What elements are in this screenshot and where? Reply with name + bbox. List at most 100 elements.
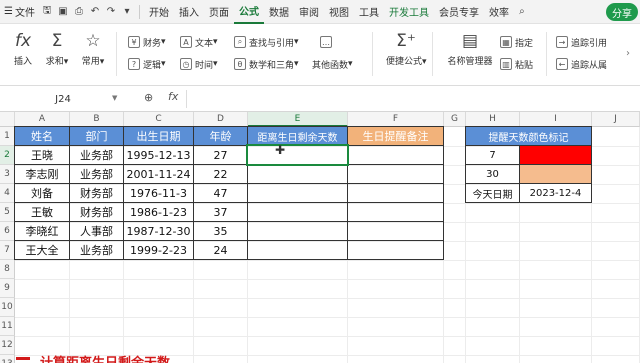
lookup-functions-button[interactable]: ⌕ 查找与引用 ▾: [234, 34, 299, 50]
column-header-i[interactable]: I: [520, 112, 592, 127]
name-manager-button[interactable]: ▤ 名称管理器: [444, 28, 496, 67]
table-header-cell[interactable]: 生日提醒备注: [347, 126, 444, 146]
name-box[interactable]: J24: [4, 90, 122, 108]
table-header-cell[interactable]: 年龄: [193, 126, 248, 146]
redo-icon[interactable]: ↷: [103, 0, 119, 24]
row-header-13[interactable]: 13: [0, 355, 15, 363]
file-menu-button[interactable]: ☰ 文件: [0, 0, 39, 24]
column-header-h[interactable]: H: [466, 112, 520, 127]
row-header-12[interactable]: 12: [0, 336, 15, 355]
more-functions-icon-button[interactable]: …: [320, 34, 335, 50]
table-cell[interactable]: [347, 164, 444, 184]
tab-10[interactable]: 效率: [484, 0, 514, 24]
side-table-value[interactable]: [519, 145, 592, 165]
table-cell[interactable]: 业务部: [69, 145, 124, 165]
tab-3[interactable]: 公式: [233, 0, 264, 24]
row-header-2[interactable]: 2: [0, 146, 15, 165]
table-cell[interactable]: [347, 183, 444, 203]
table-cell[interactable]: 业务部: [69, 240, 124, 260]
trace-precedents-button[interactable]: → 追踪引用: [556, 34, 607, 50]
row-header-11[interactable]: 11: [0, 317, 15, 336]
column-header-j[interactable]: J: [592, 112, 640, 127]
table-cell[interactable]: 2001-11-24: [123, 164, 194, 184]
finance-functions-button[interactable]: ¥ 财务 ▾: [128, 34, 166, 50]
tab-9[interactable]: 会员专享: [434, 0, 484, 24]
row-header-8[interactable]: 8: [0, 260, 15, 279]
column-header-c[interactable]: C: [124, 112, 194, 127]
text-functions-button[interactable]: A 文本 ▾: [180, 34, 218, 50]
tab-0[interactable]: 开始: [144, 0, 174, 24]
table-cell[interactable]: 47: [193, 183, 248, 203]
undo-icon[interactable]: ↶: [87, 0, 103, 24]
table-cell[interactable]: 刘备: [14, 183, 70, 203]
side-table-value[interactable]: 2023-12-4: [519, 183, 592, 203]
side-table-label[interactable]: 今天日期: [465, 183, 520, 203]
table-cell[interactable]: [247, 164, 348, 184]
tab-5[interactable]: 审阅: [294, 0, 324, 24]
row-header-5[interactable]: 5: [0, 203, 15, 222]
fx-icon[interactable]: fx: [168, 90, 178, 103]
column-header-f[interactable]: F: [348, 112, 444, 127]
chevron-down-icon[interactable]: ▾: [119, 0, 135, 24]
row-header-4[interactable]: 4: [0, 184, 15, 203]
row-header-10[interactable]: 10: [0, 298, 15, 317]
table-cell[interactable]: 李志刚: [14, 164, 70, 184]
table-cell[interactable]: 37: [193, 202, 248, 222]
side-table-label[interactable]: 30: [465, 164, 520, 184]
zoom-icon[interactable]: ⊕: [144, 91, 153, 104]
share-button[interactable]: 分享: [606, 3, 638, 21]
table-cell[interactable]: [247, 183, 348, 203]
row-header-7[interactable]: 7: [0, 241, 15, 260]
tab-6[interactable]: 视图: [324, 0, 354, 24]
tab-8[interactable]: 开发工具: [384, 0, 434, 24]
quick-formula-button[interactable]: Σ⁺ 便捷公式▾: [386, 28, 427, 67]
side-table-header[interactable]: 提醒天数颜色标记: [465, 126, 592, 146]
tab-2[interactable]: 页面: [204, 0, 234, 24]
table-cell[interactable]: 业务部: [69, 164, 124, 184]
column-header-e[interactable]: E: [248, 112, 348, 127]
tab-1[interactable]: 插入: [174, 0, 204, 24]
common-functions-button[interactable]: ☆ 常用▾: [78, 28, 108, 67]
paste-name-button[interactable]: ▥ 粘贴: [500, 56, 533, 72]
table-cell[interactable]: [347, 240, 444, 260]
logic-functions-button[interactable]: ? 逻辑 ▾: [128, 56, 166, 72]
table-cell[interactable]: [347, 145, 444, 165]
table-cell[interactable]: 王敏: [14, 202, 70, 222]
table-cell[interactable]: [347, 202, 444, 222]
table-cell[interactable]: 财务部: [69, 183, 124, 203]
table-cell[interactable]: 27: [193, 145, 248, 165]
column-header-a[interactable]: A: [15, 112, 70, 127]
chevron-down-icon[interactable]: ▼: [112, 94, 117, 102]
tab-4[interactable]: 数据: [264, 0, 294, 24]
table-cell[interactable]: 24: [193, 240, 248, 260]
table-header-cell[interactable]: 姓名: [14, 126, 70, 146]
side-table-label[interactable]: 7: [465, 145, 520, 165]
table-header-cell[interactable]: 出生日期: [123, 126, 194, 146]
table-cell[interactable]: 王大全: [14, 240, 70, 260]
specify-button[interactable]: ▦ 指定: [500, 34, 533, 50]
save-icon[interactable]: 🖫: [39, 0, 55, 24]
row-header-1[interactable]: 1: [0, 127, 15, 146]
spreadsheet-grid[interactable]: ABCDEFGHIJ12345678910111213姓名部门出生日期年龄距离生…: [0, 112, 640, 363]
table-cell[interactable]: 35: [193, 221, 248, 241]
active-cell-selection[interactable]: [246, 144, 349, 166]
table-cell[interactable]: 1999-2-23: [123, 240, 194, 260]
print-icon[interactable]: ⎙: [71, 0, 87, 24]
table-cell[interactable]: 1976-11-3: [123, 183, 194, 203]
more-functions-button[interactable]: 其他函数 ▾: [312, 56, 353, 72]
row-header-9[interactable]: 9: [0, 279, 15, 298]
table-header-cell[interactable]: 部门: [69, 126, 124, 146]
table-cell[interactable]: 1995-12-13: [123, 145, 194, 165]
trace-dependents-button[interactable]: ← 追踪从属: [556, 56, 607, 72]
table-cell[interactable]: 王晓: [14, 145, 70, 165]
table-cell[interactable]: 1987-12-30: [123, 221, 194, 241]
select-all-corner[interactable]: [0, 112, 15, 127]
table-cell[interactable]: [347, 221, 444, 241]
table-cell[interactable]: [247, 221, 348, 241]
math-functions-button[interactable]: θ 数学和三角 ▾: [234, 56, 299, 72]
table-cell[interactable]: 财务部: [69, 202, 124, 222]
table-cell[interactable]: 人事部: [69, 221, 124, 241]
print-preview-icon[interactable]: ▣: [55, 0, 71, 24]
search-icon[interactable]: ⌕: [514, 0, 530, 24]
side-table-value[interactable]: [519, 164, 592, 184]
